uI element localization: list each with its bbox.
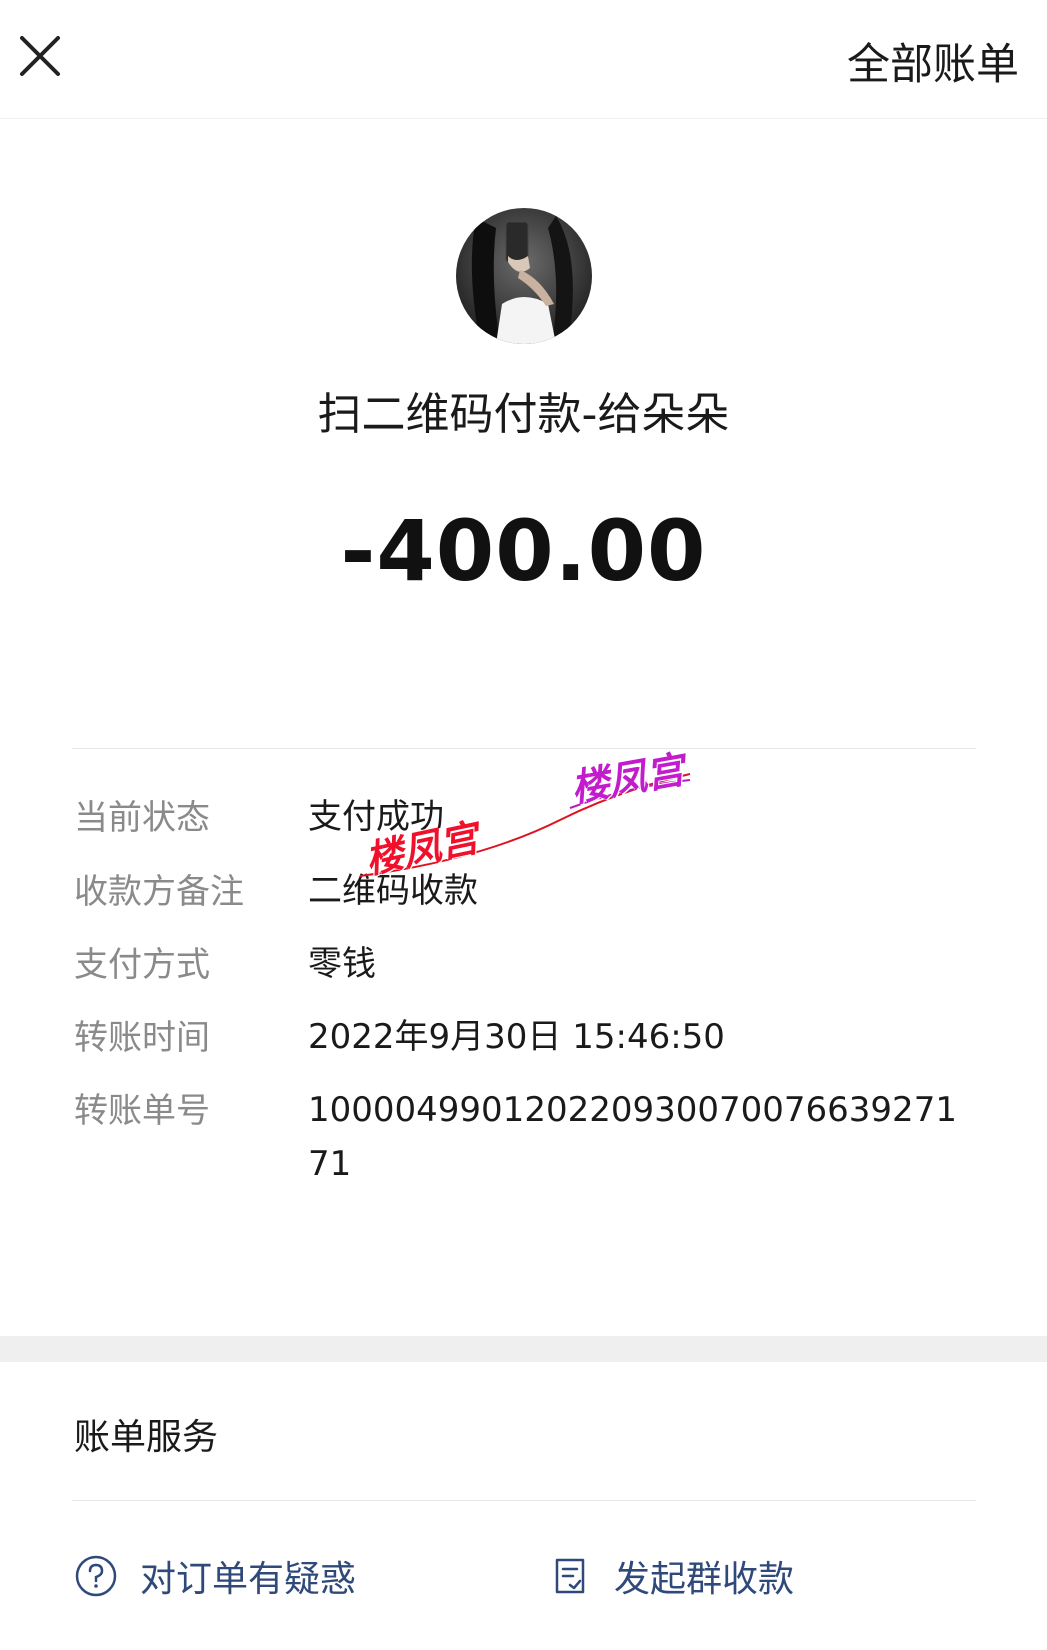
document-icon — [548, 1554, 592, 1598]
section-separator — [0, 1336, 1047, 1362]
group-collect-button[interactable]: 发起群收款 — [548, 1548, 794, 1604]
close-icon[interactable] — [18, 34, 62, 78]
divider — [72, 748, 976, 749]
amount: -400.00 — [340, 502, 707, 600]
all-bills-link[interactable]: 全部账单 — [847, 30, 1019, 92]
detail-value: 100004990120220930070076639271 71 — [308, 1090, 957, 1184]
top-bar: 全部账单 — [0, 0, 1047, 119]
avatar — [456, 208, 592, 344]
question-circle-icon — [74, 1554, 118, 1598]
detail-value: 零钱 — [308, 944, 376, 984]
payee-title: 扫二维码付款-给朵朵 — [317, 389, 730, 440]
detail-label: 支付方式 — [74, 945, 210, 985]
section-title: 账单服务 — [74, 1417, 219, 1458]
service-label: 对订单有疑惑 — [140, 1559, 357, 1600]
detail-value: 2022年9月30日 15:46:50 — [308, 1017, 725, 1057]
service-label: 发起群收款 — [614, 1559, 795, 1600]
detail-label: 收款方备注 — [74, 872, 244, 912]
detail-label: 当前状态 — [74, 798, 210, 838]
dispute-order-button[interactable]: 对订单有疑惑 — [74, 1548, 356, 1604]
divider — [72, 1500, 976, 1501]
detail-label: 转账时间 — [74, 1018, 210, 1058]
detail-label: 转账单号 — [74, 1091, 210, 1131]
